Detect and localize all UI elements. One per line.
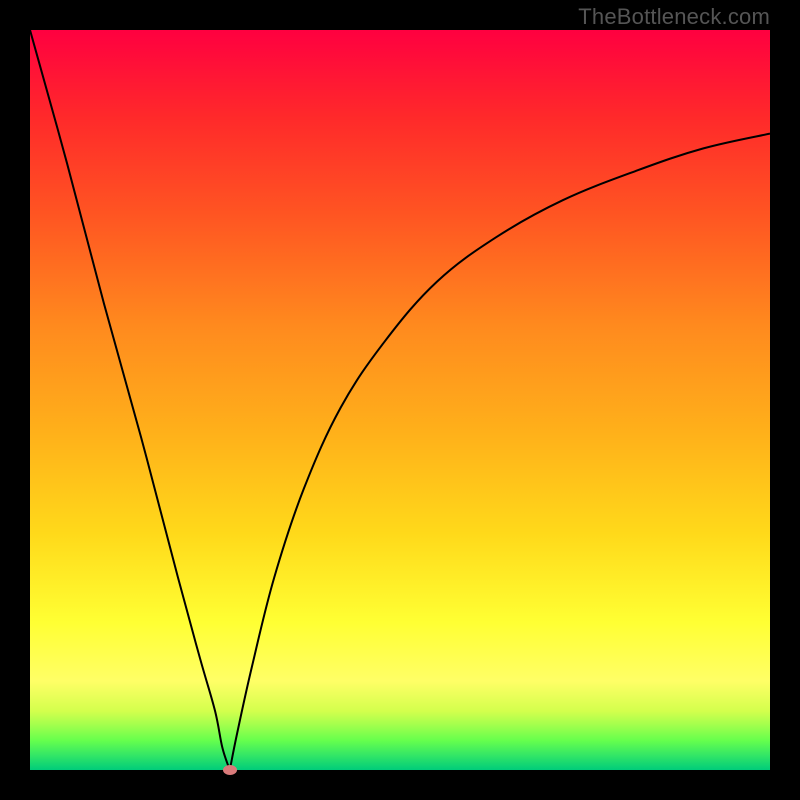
curve-right-branch bbox=[230, 134, 770, 770]
bottleneck-curve bbox=[30, 30, 770, 770]
minimum-marker bbox=[223, 765, 237, 775]
attribution-text: TheBottleneck.com bbox=[578, 4, 770, 30]
plot-area bbox=[30, 30, 770, 770]
curve-left-branch bbox=[30, 30, 230, 770]
chart-container: TheBottleneck.com bbox=[0, 0, 800, 800]
